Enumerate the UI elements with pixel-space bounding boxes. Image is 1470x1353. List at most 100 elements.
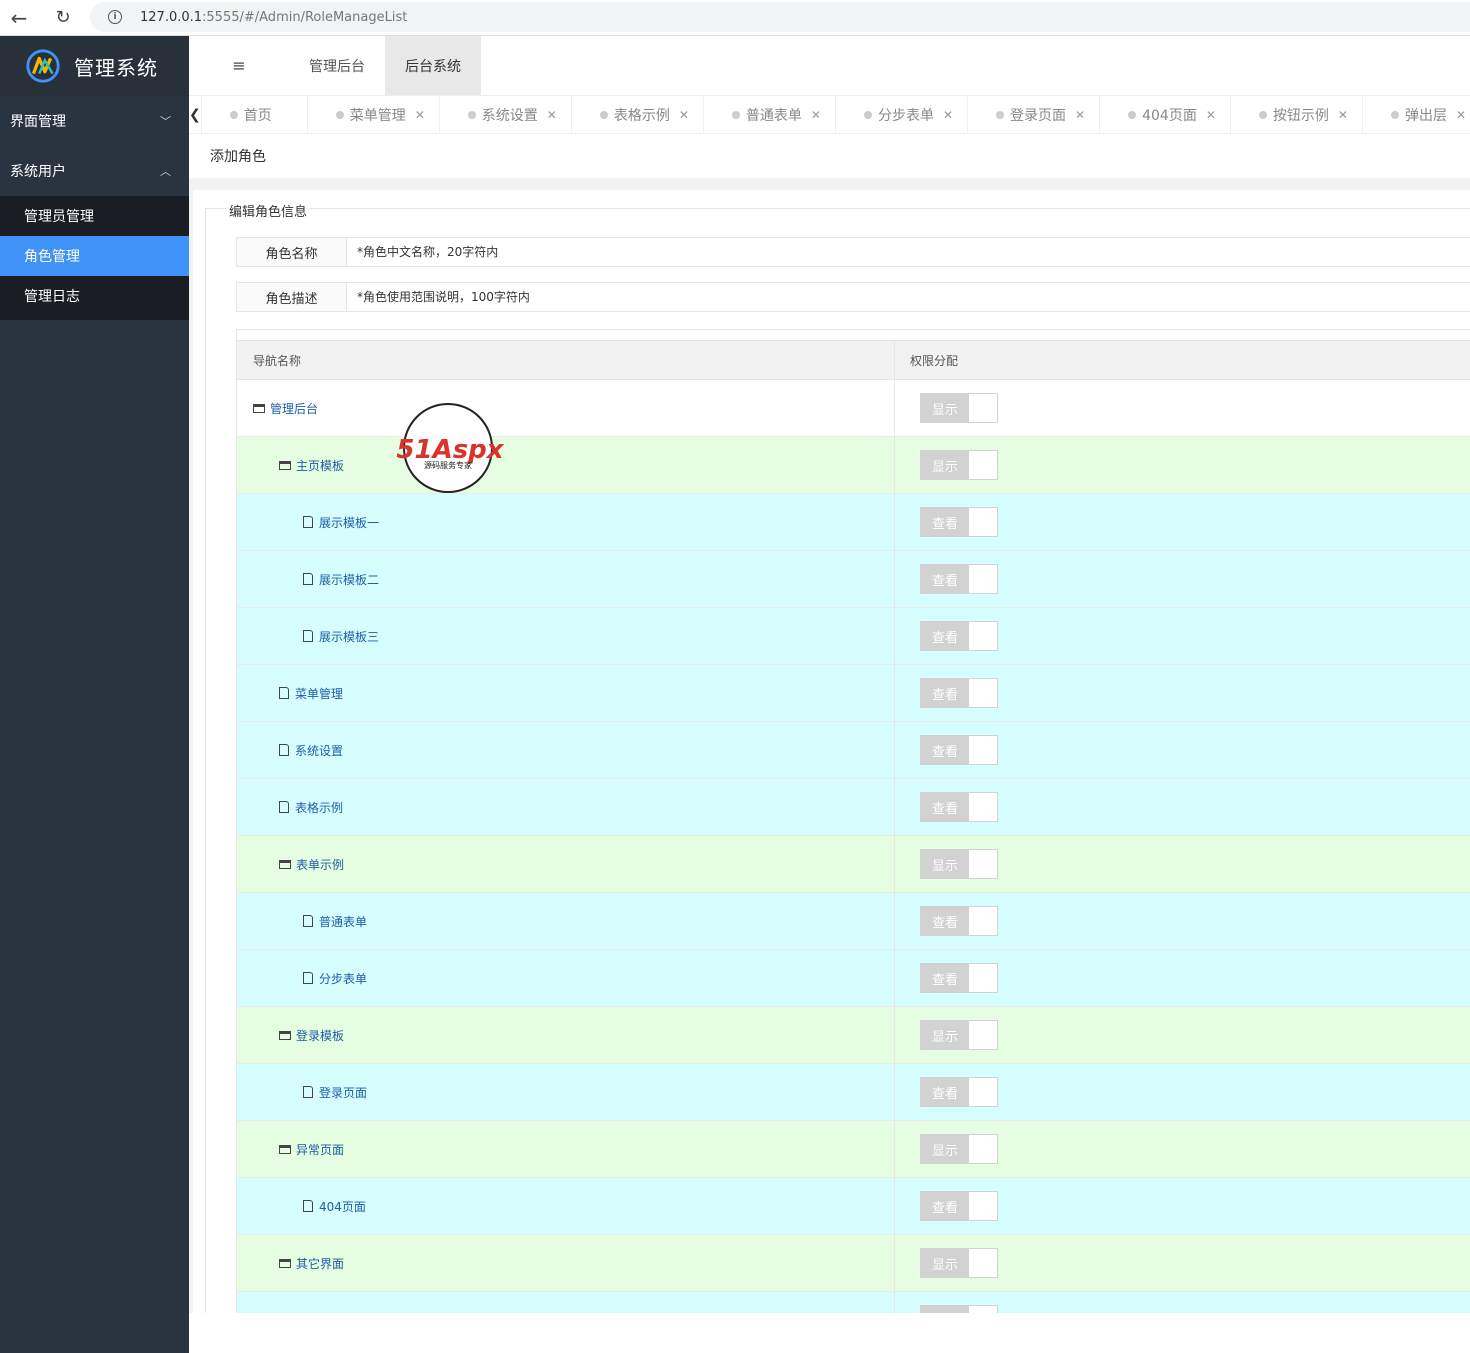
permission-switch[interactable]: 查看 [920, 963, 998, 993]
table-row: 其它界面 显示 [237, 1235, 1470, 1292]
permission-switch[interactable]: 查看 [920, 1191, 998, 1221]
permission-switch[interactable]: 查看 [920, 678, 998, 708]
permission-switch[interactable]: 显示 [920, 1248, 998, 1278]
top-header: ≡ 管理后台 后台系统 [189, 36, 1470, 96]
file-icon [279, 744, 289, 756]
tab-dot-icon [229, 110, 238, 119]
switch-knob [969, 679, 997, 707]
nav-node-label[interactable]: 展示模板三 [319, 628, 379, 645]
tab-8[interactable]: 按钮示例 ✕ [1231, 96, 1363, 133]
nav-node-label[interactable]: 管理后台 [270, 400, 318, 417]
permission-switch[interactable]: 显示 [920, 1134, 998, 1164]
nav-cell [237, 1292, 895, 1313]
permission-switch[interactable]: 显示 [920, 450, 998, 480]
folder-icon [279, 1258, 291, 1268]
address-bar[interactable]: i 127.0.0.1:5555/#/Admin/RoleManageList [90, 2, 1470, 32]
tab-0[interactable]: 首页 [202, 96, 308, 133]
permission-switch[interactable]: 显示 [920, 393, 998, 423]
permission-switch[interactable]: 查看 [920, 564, 998, 594]
nav-cell: 表格示例 [237, 779, 895, 835]
close-icon[interactable]: ✕ [943, 108, 953, 122]
tab-6[interactable]: 登录页面 ✕ [968, 96, 1101, 133]
nav-node-label[interactable]: 菜单管理 [295, 685, 343, 702]
role-name-input[interactable] [347, 238, 1470, 266]
permission-switch[interactable]: 查看 [920, 507, 998, 537]
menu-group-label: 系统用户 [10, 164, 66, 180]
nav-node-label[interactable]: 登录页面 [319, 1084, 367, 1101]
close-icon[interactable]: ✕ [811, 108, 821, 122]
nav-node-label[interactable]: 其它界面 [296, 1255, 344, 1272]
nav-node-label[interactable]: 表单示例 [296, 856, 344, 873]
tab-dot-icon [996, 110, 1005, 119]
nav-node-label[interactable]: 404页面 [319, 1198, 366, 1215]
perm-cell: 查看 [895, 779, 1470, 835]
menu-group-system-users[interactable]: 系统用户 ︿ [0, 146, 189, 196]
sidebar-item-admin-manage[interactable]: 管理员管理 [0, 196, 189, 236]
info-icon[interactable]: i [108, 10, 122, 24]
permission-switch[interactable]: 查看 [920, 906, 998, 936]
url-text: 127.0.0.1:5555/#/Admin/RoleManageList [140, 10, 407, 25]
tab-1[interactable]: 菜单管理 ✕ [308, 96, 440, 133]
tab-4[interactable]: 普通表单 ✕ [704, 96, 836, 133]
nav-cell: 登录页面 [237, 1064, 895, 1120]
tabs-scroll-left-icon[interactable]: ❮ [189, 96, 202, 133]
tab-3[interactable]: 表格示例 ✕ [572, 96, 704, 133]
tab-9[interactable]: 弹出层 ✕ [1363, 96, 1470, 133]
logo-area[interactable]: 管理系统 [0, 36, 189, 96]
tab-label: 404页面 [1142, 107, 1197, 124]
tab-label: 菜单管理 [349, 107, 406, 124]
nav-node-label[interactable]: 展示模板二 [319, 571, 379, 588]
permission-switch[interactable]: 查看 [920, 621, 998, 651]
back-arrow-icon[interactable]: ← [8, 6, 30, 30]
sidebar-item-role-manage[interactable]: 角色管理 [0, 236, 189, 276]
table-row: 系统设置 查看 [237, 722, 1470, 779]
switch-label: 查看 [921, 736, 969, 764]
close-icon[interactable]: ✕ [415, 108, 425, 122]
role-fieldset: 编辑角色信息 角色名称 角色描述 导航名称 权限分配 管理后台显示主页模板显示展… [205, 201, 1470, 1313]
menu-toggle-icon[interactable]: ≡ [189, 36, 289, 95]
permission-switch[interactable]: 查看 [920, 1077, 998, 1107]
nav-node-label[interactable]: 系统设置 [295, 742, 343, 759]
permission-switch[interactable]: 显示 [920, 1020, 998, 1050]
tab-7[interactable]: 404页面 ✕ [1100, 96, 1231, 133]
tab-dot-icon [1258, 110, 1267, 119]
permission-switch[interactable]: 显示 [920, 849, 998, 879]
close-icon[interactable]: ✕ [1338, 108, 1348, 122]
switch-label: 显示 [921, 850, 969, 878]
nav-cell: 主页模板 [237, 437, 895, 493]
table-row: 菜单管理 查看 [237, 665, 1470, 722]
nav-node-label[interactable]: 普通表单 [319, 913, 367, 930]
page-title: 添加角色 [189, 134, 1470, 184]
nav-node-label[interactable]: 展示模板一 [319, 514, 379, 531]
header-tab-admin[interactable]: 管理后台 [289, 36, 385, 95]
sidebar-item-manage-log[interactable]: 管理日志 [0, 276, 189, 320]
permission-switch[interactable] [920, 1305, 998, 1313]
switch-knob [969, 1135, 997, 1163]
tab-5[interactable]: 分步表单 ✕ [836, 96, 969, 133]
reload-icon[interactable]: ↻ [52, 7, 74, 29]
permission-switch[interactable]: 查看 [920, 792, 998, 822]
header-tab-backend[interactable]: 后台系统 [385, 36, 481, 95]
close-icon[interactable]: ✕ [547, 108, 557, 122]
tab-2[interactable]: 系统设置 ✕ [440, 96, 572, 133]
menu-group-ui[interactable]: 界面管理 ﹀ [0, 96, 189, 146]
nav-node-label[interactable]: 主页模板 [296, 457, 344, 474]
nav-node-label[interactable]: 登录模板 [296, 1027, 344, 1044]
nav-node-label[interactable]: 异常页面 [296, 1141, 344, 1158]
switch-label: 查看 [921, 622, 969, 650]
watermark-logo: 51Aspx 源码服务专家 [396, 403, 505, 493]
perm-cell: 查看 [895, 494, 1470, 550]
chevron-up-icon: ︿ [160, 165, 171, 178]
nav-node-label[interactable]: 表格示例 [295, 799, 343, 816]
file-icon [303, 516, 313, 528]
close-icon[interactable]: ✕ [1456, 108, 1466, 122]
nav-node-label[interactable]: 分步表单 [319, 970, 367, 987]
close-icon[interactable]: ✕ [1075, 108, 1085, 122]
switch-label: 显示 [921, 1249, 969, 1277]
tab-dot-icon [731, 110, 740, 119]
nav-cell: 展示模板二 [237, 551, 895, 607]
close-icon[interactable]: ✕ [1206, 108, 1216, 122]
role-desc-input[interactable] [347, 283, 1470, 311]
close-icon[interactable]: ✕ [679, 108, 689, 122]
permission-switch[interactable]: 查看 [920, 735, 998, 765]
